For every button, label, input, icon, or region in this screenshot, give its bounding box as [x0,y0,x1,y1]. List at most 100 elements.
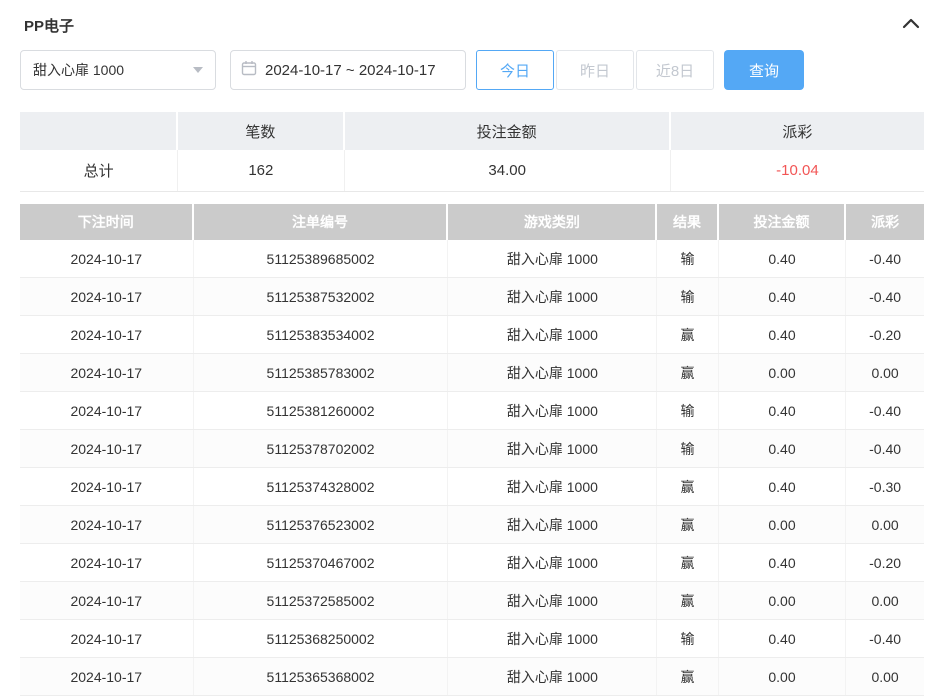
search-button[interactable]: 查询 [724,50,804,90]
bet-amount: 0.40 [719,620,846,657]
bet-game: 甜入心扉 1000 [448,620,657,657]
bet-id: 51125389685002 [194,240,449,277]
bet-amount: 0.40 [719,430,846,467]
bet-id: 51125376523002 [194,506,449,543]
bet-date: 2024-10-17 [20,354,194,391]
bet-id: 51125365368002 [194,658,449,695]
bet-payout: -0.40 [846,392,924,429]
summary-header-count: 笔数 [178,112,344,150]
bet-date: 2024-10-17 [20,620,194,657]
collapse-button[interactable] [902,16,920,34]
bet-payout: -0.20 [846,544,924,581]
summary-header-bet-amount: 投注金额 [345,112,671,150]
bet-date: 2024-10-17 [20,240,194,277]
bets-table-body: 2024-10-17 51125389685002 甜入心扉 1000 输 0.… [20,240,924,696]
bet-date: 2024-10-17 [20,316,194,353]
game-select[interactable]: 甜入心扉 1000 [20,50,216,90]
bet-game: 甜入心扉 1000 [448,468,657,505]
bet-date: 2024-10-17 [20,468,194,505]
header-bet-time: 下注时间 [20,204,194,240]
bet-result: 输 [657,620,718,657]
bet-amount: 0.40 [719,468,846,505]
table-row: 2024-10-17 51125376523002 甜入心扉 1000 赢 0.… [20,506,924,544]
table-row: 2024-10-17 51125365368002 甜入心扉 1000 赢 0.… [20,658,924,696]
date-range-input[interactable]: 2024-10-17 ~ 2024-10-17 [230,50,466,90]
table-row: 2024-10-17 51125385783002 甜入心扉 1000 赢 0.… [20,354,924,392]
bet-id: 51125372585002 [194,582,449,619]
quick-button-2[interactable]: 近8日 [636,50,714,90]
table-row: 2024-10-17 51125389685002 甜入心扉 1000 输 0.… [20,240,924,278]
bet-result: 赢 [657,354,718,391]
page-title: PP电子 [24,15,74,36]
bet-amount: 0.40 [719,316,846,353]
bets-header-row: 下注时间 注单编号 游戏类别 结果 投注金额 派彩 [20,204,924,240]
bet-date: 2024-10-17 [20,430,194,467]
bet-payout: -0.40 [846,430,924,467]
summary-header-payout: 派彩 [671,112,924,150]
bet-result: 赢 [657,658,718,695]
summary-total-count: 162 [178,150,344,191]
summary-total-label: 总计 [20,150,178,191]
summary-total-payout: -10.04 [671,150,924,191]
table-row: 2024-10-17 51125381260002 甜入心扉 1000 输 0.… [20,392,924,430]
table-row: 2024-10-17 51125370467002 甜入心扉 1000 赢 0.… [20,544,924,582]
bet-amount: 0.40 [719,278,846,315]
chevron-up-icon [902,16,920,34]
bet-game: 甜入心扉 1000 [448,506,657,543]
header-result: 结果 [657,204,718,240]
quick-button-0[interactable]: 今日 [476,50,554,90]
bet-result: 赢 [657,506,718,543]
bet-game: 甜入心扉 1000 [448,354,657,391]
table-row: 2024-10-17 51125378702002 甜入心扉 1000 输 0.… [20,430,924,468]
bet-payout: 0.00 [846,658,924,695]
bet-result: 输 [657,278,718,315]
bet-result: 输 [657,240,718,277]
bet-amount: 0.00 [719,354,846,391]
bet-id: 51125374328002 [194,468,449,505]
bet-amount: 0.40 [719,544,846,581]
bet-payout: 0.00 [846,354,924,391]
bet-game: 甜入心扉 1000 [448,240,657,277]
bet-amount: 0.40 [719,240,846,277]
bet-result: 赢 [657,544,718,581]
bet-date: 2024-10-17 [20,278,194,315]
bet-date: 2024-10-17 [20,506,194,543]
bet-game: 甜入心扉 1000 [448,544,657,581]
table-row: 2024-10-17 51125383534002 甜入心扉 1000 赢 0.… [20,316,924,354]
bet-result: 输 [657,392,718,429]
summary-table: 笔数 投注金额 派彩 总计 162 34.00 -10.04 [20,112,924,192]
bet-id: 51125387532002 [194,278,449,315]
bet-id: 51125383534002 [194,316,449,353]
calendar-icon [241,60,257,80]
bet-payout: 0.00 [846,582,924,619]
summary-total-row: 总计 162 34.00 -10.04 [20,150,924,192]
bet-payout: -0.30 [846,468,924,505]
bet-game: 甜入心扉 1000 [448,278,657,315]
bet-id: 51125378702002 [194,430,449,467]
bet-amount: 0.00 [719,582,846,619]
bet-game: 甜入心扉 1000 [448,658,657,695]
quick-date-buttons: 今日昨日近8日 [476,50,714,90]
bet-payout: -0.40 [846,278,924,315]
bet-payout: 0.00 [846,506,924,543]
bet-payout: -0.40 [846,620,924,657]
bet-amount: 0.00 [719,658,846,695]
bet-id: 51125385783002 [194,354,449,391]
bet-result: 赢 [657,582,718,619]
bet-result: 输 [657,430,718,467]
bet-result: 赢 [657,468,718,505]
summary-header-blank [20,112,178,150]
bet-game: 甜入心扉 1000 [448,582,657,619]
header-game-category: 游戏类别 [448,204,657,240]
bet-game: 甜入心扉 1000 [448,392,657,429]
chevron-down-icon [193,67,203,73]
table-row: 2024-10-17 51125368250002 甜入心扉 1000 输 0.… [20,620,924,658]
report-panel: PP电子 甜入心扉 1000 2024-10-17 ~ 2024-10-17 [0,0,944,696]
quick-button-1[interactable]: 昨日 [556,50,634,90]
header-bet-amount: 投注金额 [719,204,846,240]
bet-game: 甜入心扉 1000 [448,430,657,467]
bet-id: 51125370467002 [194,544,449,581]
filter-row: 甜入心扉 1000 2024-10-17 ~ 2024-10-17 今日昨日近8… [20,50,924,90]
bet-amount: 0.40 [719,392,846,429]
bet-date: 2024-10-17 [20,392,194,429]
